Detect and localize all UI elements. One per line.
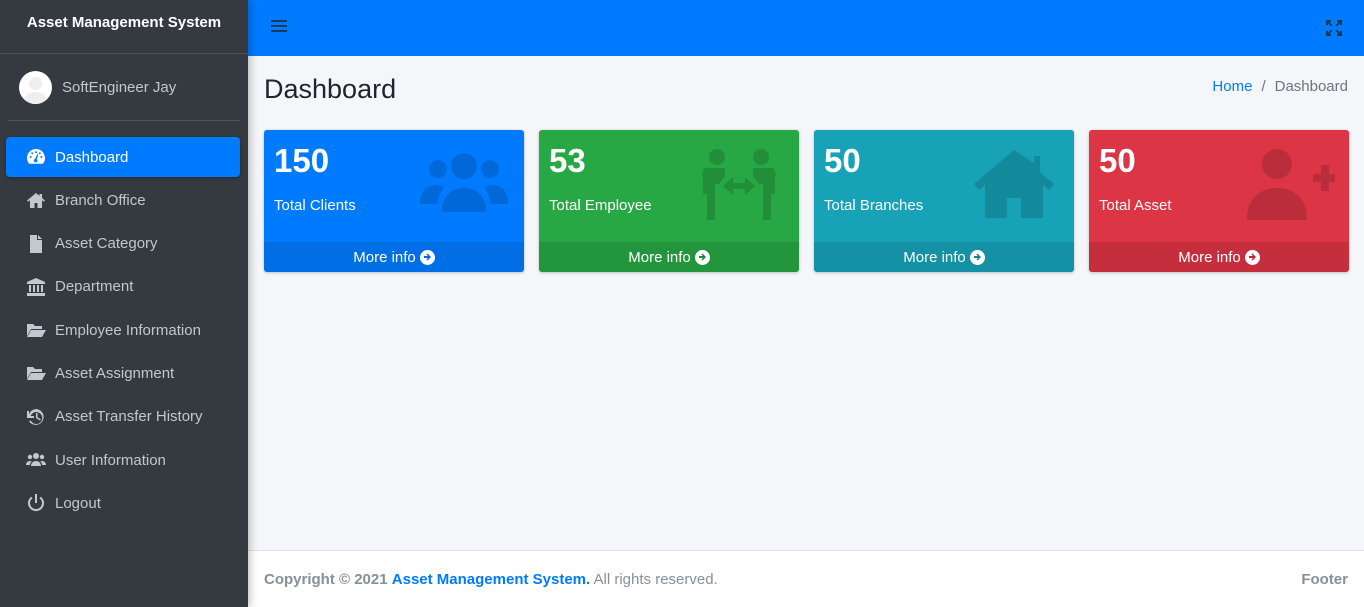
users-icon (418, 148, 510, 220)
more-info-label: More info (903, 248, 966, 266)
sidebar-item-asset-assignment[interactable]: Asset Assignment (6, 353, 240, 393)
history-icon (24, 407, 48, 427)
arrow-circle-right-icon (419, 249, 435, 265)
hamburger-menu-icon[interactable] (271, 20, 287, 36)
footer-copyright: Copyright © 2021 Asset Management System… (264, 571, 718, 588)
sidebar-item-label: Department (55, 278, 134, 296)
tachometer-icon (24, 147, 48, 167)
sidebar: Asset Management System SoftEngineer Jay… (0, 0, 248, 607)
sidebar-item-dashboard[interactable]: Dashboard (6, 137, 240, 177)
users-icon (24, 450, 48, 470)
avatar[interactable] (19, 70, 52, 104)
card-total-employee: 53 Total Employee More info (539, 130, 799, 272)
sidebar-item-logout[interactable]: Logout (6, 483, 240, 523)
sidebar-nav: Dashboard Branch Office Asset Category D… (0, 137, 248, 523)
sidebar-item-department[interactable]: Department (6, 267, 240, 307)
sidebar-item-label: Asset Assignment (55, 364, 175, 382)
breadcrumb: Home / Dashboard (1212, 78, 1348, 95)
top-navbar (248, 0, 1364, 56)
sidebar-item-branch-office[interactable]: Branch Office (6, 180, 240, 220)
stat-cards: 150 Total Clients More info 53 Total Emp… (264, 130, 1364, 272)
more-info-link[interactable]: More info (814, 242, 1074, 272)
main-content: Dashboard Home / Dashboard 150 Total Cli… (248, 56, 1364, 550)
more-info-label: More info (628, 248, 691, 266)
folder-open-icon (24, 363, 48, 383)
more-info-link[interactable]: More info (539, 242, 799, 272)
sidebar-item-label: Logout (55, 494, 101, 512)
more-info-label: More info (353, 248, 416, 266)
sidebar-item-label: Branch Office (55, 191, 146, 209)
footer-brand-link[interactable]: Asset Management System. (392, 571, 590, 588)
fullscreen-icon[interactable] (1326, 20, 1342, 36)
folder-open-icon (24, 320, 48, 340)
more-info-label: More info (1178, 248, 1241, 266)
user-panel: SoftEngineer Jay (8, 54, 240, 121)
card-total-branches: 50 Total Branches More info (814, 130, 1074, 272)
more-info-link[interactable]: More info (1089, 242, 1349, 272)
brand-title[interactable]: Asset Management System (0, 0, 248, 54)
university-icon (24, 277, 48, 297)
arrow-circle-right-icon (1244, 249, 1260, 265)
sidebar-item-label: Employee Information (55, 321, 201, 339)
sidebar-item-label: Asset Category (55, 235, 158, 253)
footer-right-text: Footer (1301, 570, 1348, 588)
breadcrumb-home-link[interactable]: Home (1212, 78, 1252, 95)
arrow-circle-right-icon (969, 249, 985, 265)
copyright-text: Copyright © 2021 (264, 570, 388, 588)
home-icon (968, 148, 1060, 220)
sidebar-item-label: User Information (55, 451, 166, 469)
card-total-clients: 150 Total Clients More info (264, 130, 524, 272)
people-arrows-icon (693, 148, 785, 220)
more-info-link[interactable]: More info (264, 242, 524, 272)
power-off-icon (24, 493, 48, 513)
user-name[interactable]: SoftEngineer Jay (62, 79, 176, 96)
page-title: Dashboard (264, 74, 397, 104)
sidebar-item-label: Asset Transfer History (55, 408, 203, 426)
breadcrumb-separator: / (1261, 78, 1266, 95)
sidebar-item-asset-category[interactable]: Asset Category (6, 224, 240, 264)
user-plus-icon (1243, 148, 1335, 220)
sidebar-item-user-information[interactable]: User Information (6, 440, 240, 480)
home-icon (24, 190, 48, 210)
sidebar-item-asset-transfer-history[interactable]: Asset Transfer History (6, 397, 240, 437)
breadcrumb-current: Dashboard (1274, 78, 1348, 95)
card-total-asset: 50 Total Asset More info (1089, 130, 1349, 272)
file-icon (24, 234, 48, 254)
sidebar-item-label: Dashboard (55, 148, 129, 166)
arrow-circle-right-icon (694, 249, 710, 265)
page-footer: Copyright © 2021 Asset Management System… (248, 550, 1364, 607)
sidebar-item-employee-information[interactable]: Employee Information (6, 310, 240, 350)
rights-text: All rights reserved. (593, 570, 718, 588)
